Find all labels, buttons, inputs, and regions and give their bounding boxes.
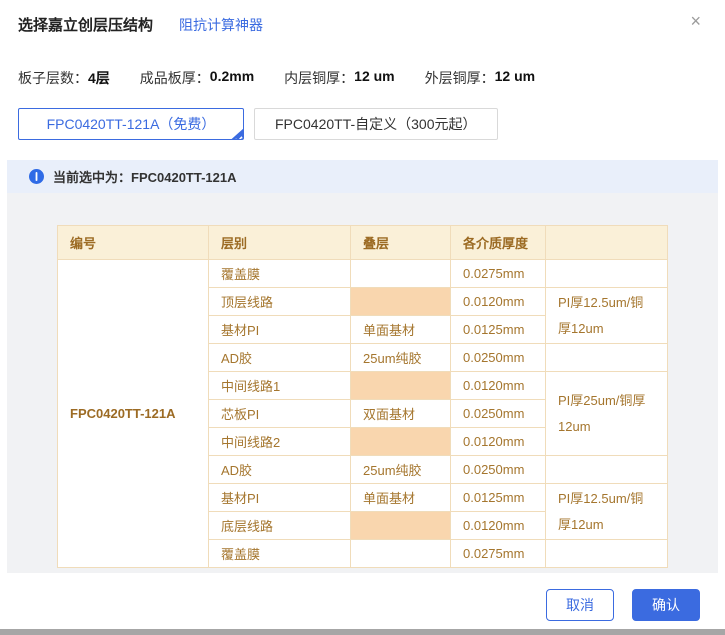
param-value: 12 um [495,68,535,88]
layer-name-cell: 基材PI [209,316,351,344]
dialog-title: 选择嘉立创层压结构 [18,14,153,35]
stack-cell [351,540,451,568]
thickness-cell: 0.0275mm [451,540,546,568]
param-label: 成品板厚： [140,68,210,88]
note-cell-empty [546,260,668,288]
thickness-cell: 0.0275mm [451,260,546,288]
note-cell-empty [546,540,668,568]
board-params: 板子层数： 4层 成品板厚： 0.2mm 内层铜厚： 12 um 外层铜厚： 1… [18,68,535,88]
thickness-cell: 0.0125mm [451,316,546,344]
layer-name-cell: 覆盖膜 [209,260,351,288]
selected-check-icon [226,124,244,140]
note-cell: PI厚12.5um/铜厚12um [546,484,668,540]
table-wrap: 编号层别叠层各介质厚度FPC0420TT-121A覆盖膜0.0275mm顶层线路… [7,193,718,568]
stackup-panel: 当前选中为：FPC0420TT-121A 编号层别叠层各介质厚度FPC0420T… [7,160,718,573]
stackup-tabs: FPC0420TT-121A（免费） FPC0420TT-自定义（300元起） [18,108,498,140]
tab-label: FPC0420TT-121A（免费） [47,116,216,132]
param-layer-count: 板子层数： 4层 [18,68,110,88]
bottom-edge-strip [0,629,725,635]
thickness-cell: 0.0250mm [451,344,546,372]
dialog-header: 选择嘉立创层压结构 阻抗计算神器 [18,14,263,35]
tab-fpc0420tt-121a[interactable]: FPC0420TT-121A（免费） [18,108,244,140]
param-label: 外层铜厚： [425,68,495,88]
layer-name-cell: 基材PI [209,484,351,512]
param-label: 内层铜厚： [284,68,354,88]
info-icon [29,169,44,184]
layer-name-cell: AD胶 [209,456,351,484]
column-header-1: 层别 [209,226,351,260]
table-header-row: 编号层别叠层各介质厚度 [58,226,668,260]
layer-name-cell: 芯板PI [209,400,351,428]
layer-name-cell: 中间线路1 [209,372,351,400]
stack-cell: 双面基材 [351,400,451,428]
param-label: 板子层数： [18,68,88,88]
param-value: 12 um [354,68,394,88]
stack-cell: 单面基材 [351,484,451,512]
column-header-2: 叠层 [351,226,451,260]
note-cell-empty [546,456,668,484]
thickness-cell: 0.0125mm [451,484,546,512]
cancel-button[interactable]: 取消 [546,589,614,621]
stack-highlight-cell [351,512,451,540]
thickness-cell: 0.0250mm [451,400,546,428]
note-cell: PI厚25um/铜厚12um [546,372,668,456]
note-cell: PI厚12.5um/铜厚12um [546,288,668,344]
column-header-3: 各介质厚度 [451,226,546,260]
stack-highlight-cell [351,288,451,316]
tab-fpc0420tt-custom[interactable]: FPC0420TT-自定义（300元起） [254,108,498,140]
thickness-cell: 0.0120mm [451,372,546,400]
param-board-thickness: 成品板厚： 0.2mm [140,68,254,88]
stack-highlight-cell [351,372,451,400]
layer-name-cell: 覆盖膜 [209,540,351,568]
stack-cell: 25um纯胶 [351,344,451,372]
note-cell-empty [546,344,668,372]
stack-cell: 25um纯胶 [351,456,451,484]
thickness-cell: 0.0120mm [451,288,546,316]
stackup-table: 编号层别叠层各介质厚度FPC0420TT-121A覆盖膜0.0275mm顶层线路… [57,225,668,568]
stack-cell: 单面基材 [351,316,451,344]
stack-cell [351,260,451,288]
thickness-cell: 0.0250mm [451,456,546,484]
stack-highlight-cell [351,428,451,456]
current-selection-banner: 当前选中为：FPC0420TT-121A [7,160,718,193]
layer-name-cell: 顶层线路 [209,288,351,316]
part-number-cell: FPC0420TT-121A [58,260,209,568]
impedance-calculator-link[interactable]: 阻抗计算神器 [179,15,263,35]
param-value: 0.2mm [210,68,254,88]
layer-name-cell: 底层线路 [209,512,351,540]
param-inner-copper: 内层铜厚： 12 um [284,68,394,88]
column-header-0: 编号 [58,226,209,260]
close-icon[interactable]: × [690,12,701,30]
tab-label: FPC0420TT-自定义（300元起） [275,116,477,132]
dialog-footer: 取消 确认 [546,589,700,621]
current-selection-text: 当前选中为：FPC0420TT-121A [53,167,237,186]
table-row: FPC0420TT-121A覆盖膜0.0275mm [58,260,668,288]
param-outer-copper: 外层铜厚： 12 um [425,68,535,88]
param-value: 4层 [88,68,110,88]
layer-name-cell: AD胶 [209,344,351,372]
thickness-cell: 0.0120mm [451,512,546,540]
confirm-button[interactable]: 确认 [632,589,700,621]
column-header-4 [546,226,668,260]
thickness-cell: 0.0120mm [451,428,546,456]
layer-name-cell: 中间线路2 [209,428,351,456]
